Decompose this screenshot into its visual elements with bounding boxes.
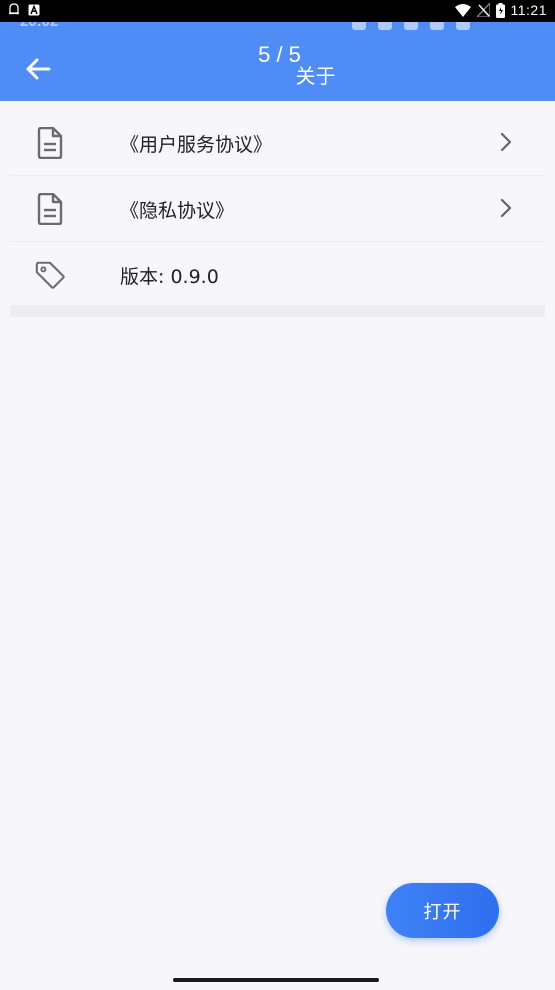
tag-icon bbox=[34, 258, 66, 292]
about-list: 《用户服务协议》 《隐私协议》 版本: 0.9.0 bbox=[10, 110, 545, 307]
status-right-icons: 11:21 bbox=[454, 2, 548, 18]
chevron-right-icon bbox=[495, 130, 517, 154]
open-button[interactable]: 打开 bbox=[386, 883, 499, 938]
list-divider-shadow bbox=[10, 305, 545, 317]
document-icon bbox=[34, 192, 66, 226]
status-time: 11:21 bbox=[510, 2, 547, 18]
list-item-label: 《用户服务协议》 bbox=[120, 134, 273, 156]
app-a-icon bbox=[28, 3, 40, 16]
wifi-icon bbox=[454, 3, 471, 17]
battery-icon bbox=[495, 2, 505, 18]
list-item-version: 版本: 0.9.0 bbox=[10, 242, 545, 307]
list-item-privacy-agreement[interactable]: 《隐私协议》 bbox=[10, 176, 545, 242]
ghost-time: 20:02 bbox=[20, 22, 58, 30]
version-label: 版本: 0.9.0 bbox=[120, 266, 219, 288]
list-item-user-agreement[interactable]: 《用户服务协议》 bbox=[10, 110, 545, 176]
home-indicator[interactable] bbox=[173, 978, 379, 982]
ghost-status-overlay: 20:02 bbox=[0, 22, 555, 32]
no-signal-icon bbox=[476, 3, 490, 17]
notification-icon bbox=[8, 3, 20, 16]
ghost-status-icons bbox=[352, 22, 470, 30]
status-left-icons bbox=[8, 3, 40, 16]
document-icon bbox=[34, 126, 66, 160]
app-bar: 20:02 5 / 5 关于 bbox=[0, 22, 555, 101]
page-title: 关于 bbox=[295, 64, 336, 88]
list-item-label: 《隐私协议》 bbox=[120, 200, 235, 222]
status-bar: 11:21 bbox=[0, 0, 555, 22]
chevron-right-icon bbox=[495, 196, 517, 220]
